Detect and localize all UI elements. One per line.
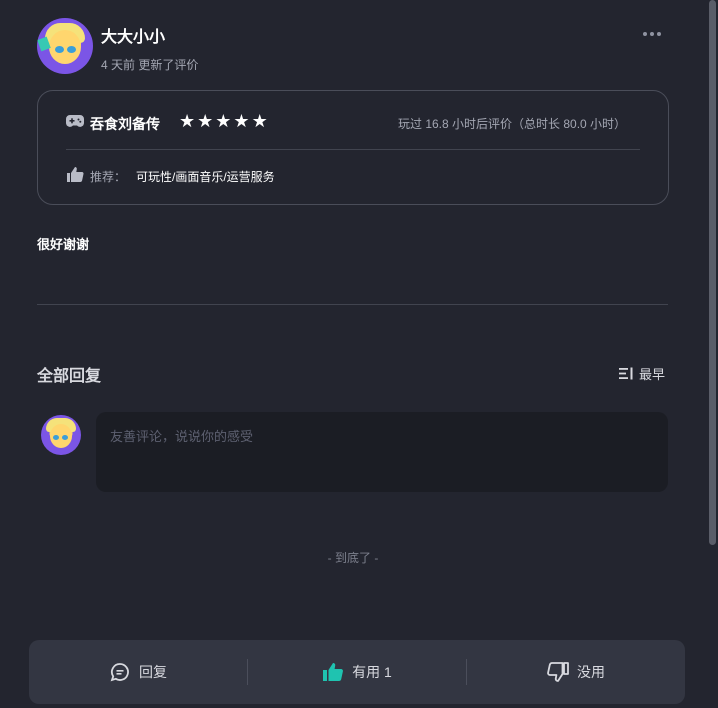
gamepad-icon (66, 115, 84, 127)
scrollbar[interactable] (709, 0, 716, 545)
avatar-eye (55, 46, 64, 53)
playtime-text: 玩过 16.8 小时后评价（总时长 80.0 小时） (398, 117, 627, 131)
sort-label: 最早 (639, 367, 666, 382)
game-name[interactable]: 吞食刘备传 (90, 114, 160, 134)
current-user-avatar (41, 415, 81, 455)
useless-button[interactable]: 没用 (467, 640, 685, 704)
useful-label: 有用 1 (352, 664, 392, 680)
recommend-label: 推荐： (90, 170, 127, 184)
sort-button[interactable]: 最早 (619, 364, 665, 383)
avatar-face (49, 30, 81, 64)
avatar-eye (53, 435, 59, 440)
replies-title: 全部回复 (37, 368, 102, 385)
review-text: 很好谢谢 (37, 237, 90, 252)
section-divider (37, 304, 668, 305)
review-meta: 4 天前 更新了评价 (101, 58, 199, 72)
star-icon: ★ (215, 111, 232, 131)
chat-bubble-icon (110, 663, 129, 682)
avatar-eye (67, 46, 76, 53)
comment-input[interactable] (96, 412, 668, 492)
reply-button[interactable]: 回复 (29, 640, 247, 704)
more-dots-icon[interactable] (640, 26, 664, 42)
reply-label: 回复 (139, 664, 167, 680)
review-info-card (37, 90, 669, 205)
card-divider (66, 149, 640, 150)
author-avatar[interactable] (37, 18, 93, 74)
thumbs-down-icon (547, 662, 569, 682)
avatar-eye (62, 435, 68, 440)
star-icon: ★ (233, 111, 250, 131)
star-icon: ★ (179, 111, 196, 131)
author-name[interactable]: 大大小小 (101, 23, 165, 47)
end-of-list-text: - 到底了 - (327, 551, 379, 565)
thumbs-up-icon (323, 663, 344, 681)
star-rating: ★ ★ ★ ★ ★ (179, 111, 268, 131)
star-icon: ★ (197, 111, 214, 131)
star-icon: ★ (251, 111, 268, 131)
action-bar: 回复 有用 1 没用 (29, 640, 685, 704)
thumbs-up-icon (67, 167, 84, 182)
useful-button[interactable]: 有用 1 (248, 640, 466, 704)
recommend-tags: 可玩性/画面音乐/运营服务 (136, 170, 275, 184)
useless-label: 没用 (577, 664, 605, 680)
sort-list-icon (619, 367, 633, 380)
